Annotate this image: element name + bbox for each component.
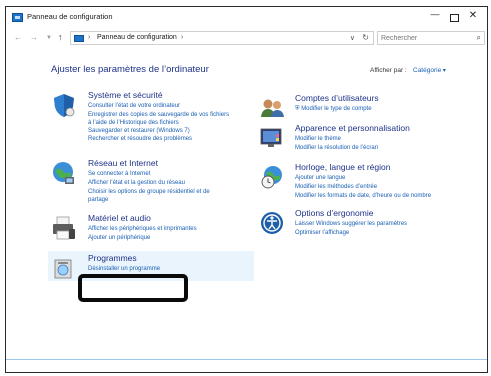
title-bar: Panneau de configuration — ✕ [6, 7, 487, 29]
category-title[interactable]: Options d’ergonomie [295, 208, 373, 218]
page-title: Ajuster les paramètres de l’ordinateur [51, 64, 209, 75]
category-link[interactable]: Modifier la résolution de l’écran [295, 145, 378, 153]
category-link[interactable]: Modifier le thème [295, 136, 341, 144]
control-panel-icon [12, 13, 23, 22]
maximize-icon [449, 14, 459, 22]
appearance-icon [259, 125, 285, 151]
view-by-dropdown[interactable]: Catégorie [413, 67, 446, 74]
category-link[interactable]: Afficher les périphériques et imprimante… [88, 226, 197, 234]
users-icon [259, 95, 285, 121]
up-arrow-icon[interactable]: ↑ [58, 32, 63, 42]
clock-globe-icon [259, 164, 285, 190]
category-title[interactable]: Apparence et personnalisation [295, 123, 410, 133]
recent-locations-icon[interactable]: ▼ [46, 35, 52, 41]
breadcrumb-separator[interactable]: › [88, 34, 90, 41]
refresh-icon[interactable]: ↻ [362, 33, 369, 42]
navigation-bar: ← → ▼ ↑ › Panneau de configuration › ∨ ↻… [6, 31, 487, 47]
category-link[interactable]: Optimiser l’affichage [295, 230, 349, 238]
back-arrow-icon[interactable]: ← [14, 33, 22, 42]
category-link[interactable]: Se connecter à Internet [88, 171, 150, 179]
category-link[interactable]: Afficher l’état et la gestion du réseau [88, 180, 185, 188]
printer-icon [51, 215, 77, 241]
category-link[interactable]: Ajouter une langue [295, 175, 345, 183]
category-link[interactable]: Consulter l’état de votre ordinateur [88, 103, 180, 111]
category-link[interactable]: Enregistrer des copies de sauvegarde de … [88, 112, 229, 120]
minimize-button[interactable]: — [427, 9, 443, 19]
control-panel-window: Panneau de configuration — ✕ ← → ▼ ↑ › P… [5, 6, 488, 373]
uac-shield-icon: ⛨ [295, 106, 300, 112]
accessibility-icon [259, 210, 285, 236]
category-link[interactable]: Modifier les formats de date, d’heure ou… [295, 193, 431, 201]
forward-arrow-icon[interactable]: → [30, 33, 38, 42]
control-panel-icon [74, 35, 84, 42]
category-title[interactable]: Réseau et Internet [88, 158, 158, 168]
address-bar[interactable]: › Panneau de configuration › ∨ ↻ [70, 31, 374, 45]
uninstall-program-link[interactable]: Désinstaller un programme [88, 266, 160, 274]
category-title[interactable]: Horloge, langue et région [295, 162, 390, 172]
breadcrumb-separator[interactable]: › [181, 34, 183, 41]
breadcrumb-control-panel[interactable]: Panneau de configuration [97, 34, 177, 41]
category-link[interactable]: Sauvegarder et restaurer (Windows 7) [88, 128, 190, 136]
category-title[interactable]: Programmes [88, 253, 137, 263]
window-title: Panneau de configuration [27, 12, 113, 21]
status-bar-divider [6, 359, 487, 360]
close-button[interactable]: ✕ [465, 10, 481, 21]
category-link-label: Modifier le type de compte [301, 106, 372, 112]
address-dropdown-icon[interactable]: ∨ [350, 34, 355, 42]
search-input[interactable] [381, 32, 469, 44]
search-icon[interactable]: ⌕ [477, 33, 481, 43]
category-link[interactable]: Rechercher et résoudre des problèmes [88, 136, 192, 144]
maximize-button[interactable] [446, 11, 462, 24]
view-by-label: Afficher par : [370, 67, 407, 74]
shield-icon [51, 92, 77, 118]
programs-icon [51, 256, 77, 282]
category-link[interactable]: Modifier les méthodes d’entrée [295, 184, 377, 192]
category-title[interactable]: Comptes d’utilisateurs [295, 93, 379, 103]
category-title[interactable]: Matériel et audio [88, 213, 151, 223]
globe-network-icon [51, 160, 77, 186]
category-link[interactable]: Laisser Windows suggérer les paramètres [295, 221, 407, 229]
category-title[interactable]: Système et sécurité [88, 90, 163, 100]
category-link[interactable]: à l’aide de l’Historique des fichiers [88, 120, 179, 128]
category-link[interactable]: Ajouter un périphérique [88, 235, 150, 243]
category-link[interactable]: partage [88, 197, 108, 205]
annotation-highlight-box [78, 274, 188, 302]
category-link[interactable]: Choisir les options de groupe résidentie… [88, 189, 210, 197]
category-link[interactable]: ⛨ Modifier le type de compte [295, 106, 372, 114]
search-box[interactable]: ⌕ [377, 31, 485, 45]
